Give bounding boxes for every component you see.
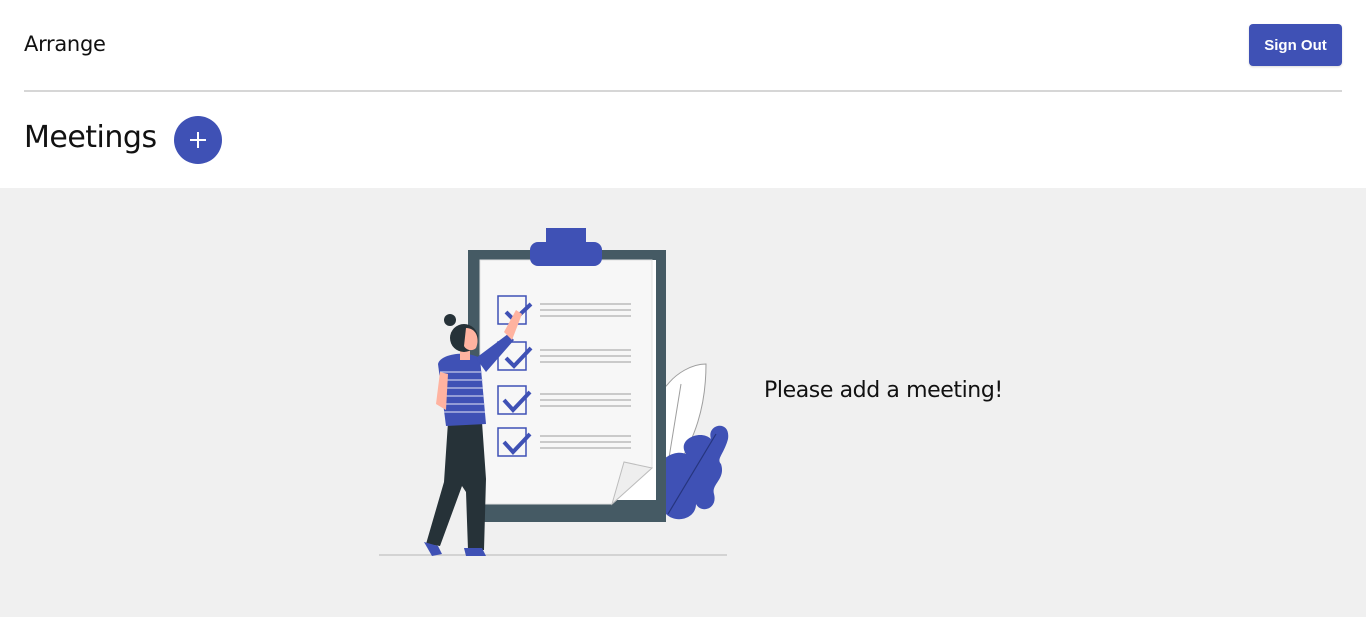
app-root: Arrange Sign Out Meetings Please add a m… [0, 0, 1366, 617]
top-bar: Arrange Sign Out [0, 0, 1366, 90]
checklist-illustration [379, 228, 729, 556]
app-brand: Arrange [24, 32, 106, 56]
empty-state-message: Please add a meeting! [764, 378, 1003, 403]
meetings-header: Meetings [0, 92, 1366, 188]
clipboard-clip [530, 242, 602, 266]
plus-icon [190, 132, 206, 148]
page-title: Meetings [24, 120, 157, 155]
add-meeting-button[interactable] [174, 116, 222, 164]
sign-out-button[interactable]: Sign Out [1249, 24, 1342, 66]
meetings-content: Please add a meeting! [0, 188, 1366, 617]
